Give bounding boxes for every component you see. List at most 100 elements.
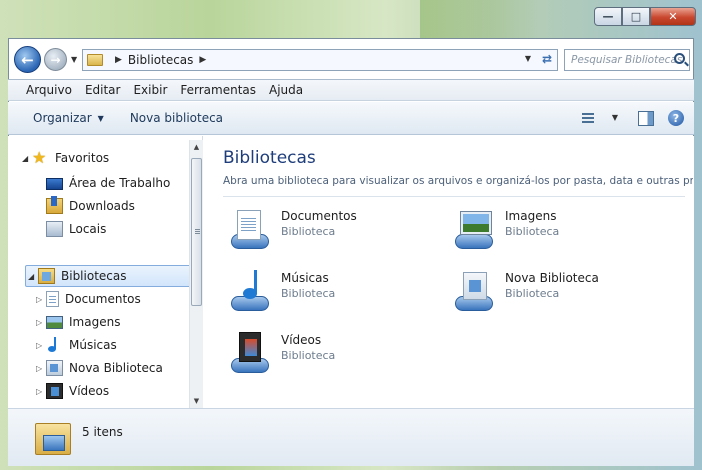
minimize-button[interactable]: — bbox=[594, 7, 622, 26]
close-icon: ✕ bbox=[668, 10, 678, 23]
menu-exibir[interactable]: Exibir bbox=[133, 83, 167, 97]
back-button[interactable]: ← bbox=[14, 46, 41, 73]
scroll-up-icon[interactable]: ▲ bbox=[190, 140, 203, 154]
organize-button[interactable]: Organizar ▼ bbox=[33, 111, 104, 125]
help-icon[interactable]: ? bbox=[668, 110, 684, 126]
new-library-button[interactable]: Nova biblioteca bbox=[130, 111, 223, 125]
nav-item-label: Vídeos bbox=[69, 384, 110, 398]
breadcrumb-chevron-icon[interactable]: ▶ bbox=[199, 55, 206, 65]
music-library-icon bbox=[231, 270, 271, 314]
refresh-icon[interactable]: ⇄ bbox=[542, 52, 552, 66]
caption-buttons: — □ ✕ bbox=[594, 7, 696, 26]
recent-places-icon bbox=[46, 221, 63, 237]
nav-item-documentos[interactable]: ▷ Documentos bbox=[36, 289, 141, 309]
library-musicas[interactable]: Músicas Biblioteca bbox=[231, 270, 335, 314]
nav-item-locais[interactable]: Locais bbox=[46, 219, 106, 239]
collapsed-triangle-icon[interactable]: ▷ bbox=[36, 318, 46, 327]
page-description: Abra uma biblioteca para visualizar os a… bbox=[223, 175, 693, 187]
recent-pages-dropdown[interactable]: ▼ bbox=[71, 55, 77, 64]
search-input[interactable]: Pesquisar Bibliotecas bbox=[564, 49, 690, 71]
nav-item-label: Imagens bbox=[69, 315, 121, 329]
nav-libraries[interactable]: ◢ Bibliotecas bbox=[28, 266, 126, 286]
library-type: Biblioteca bbox=[281, 287, 336, 300]
menu-editar[interactable]: Editar bbox=[85, 83, 121, 97]
close-button[interactable]: ✕ bbox=[650, 7, 696, 26]
library-type: Biblioteca bbox=[281, 349, 336, 362]
expanded-triangle-icon[interactable]: ◢ bbox=[22, 154, 32, 163]
nav-item-imagens[interactable]: ▷ Imagens bbox=[36, 312, 120, 332]
libraries-large-icon bbox=[35, 417, 73, 459]
menu-bar: Arquivo Editar Exibir Ferramentas Ajuda bbox=[8, 79, 694, 101]
library-type: Biblioteca bbox=[281, 225, 336, 238]
libraries-icon bbox=[38, 268, 55, 284]
nav-item-nova-biblioteca[interactable]: ▷ Nova Biblioteca bbox=[36, 358, 163, 378]
content-pane: Bibliotecas Abra uma biblioteca para vis… bbox=[205, 136, 694, 408]
nav-item-label: Locais bbox=[69, 222, 107, 236]
nav-libraries-label: Bibliotecas bbox=[61, 269, 127, 283]
collapsed-triangle-icon[interactable]: ▷ bbox=[36, 364, 46, 373]
divider bbox=[223, 196, 685, 197]
command-bar: Organizar ▼ Nova biblioteca ▼ ? bbox=[8, 102, 694, 135]
music-icon bbox=[46, 337, 63, 353]
library-documentos[interactable]: Documentos Biblioteca bbox=[231, 208, 357, 252]
desktop-icon bbox=[46, 178, 63, 190]
breadcrumb-chevron-icon[interactable]: ▶ bbox=[115, 55, 122, 65]
pictures-icon bbox=[46, 315, 63, 329]
change-view-icon[interactable] bbox=[582, 111, 598, 125]
library-imagens[interactable]: Imagens Biblioteca bbox=[455, 208, 559, 252]
nav-item-downloads[interactable]: Downloads bbox=[46, 196, 135, 216]
star-icon: ★ bbox=[32, 148, 47, 167]
collapsed-triangle-icon[interactable]: ▷ bbox=[36, 295, 46, 304]
videos-library-icon bbox=[231, 332, 271, 376]
libraries-folder-icon bbox=[87, 54, 103, 66]
menu-arquivo[interactable]: Arquivo bbox=[26, 83, 72, 97]
nav-item-label: Nova Biblioteca bbox=[69, 361, 163, 375]
page-title: Bibliotecas bbox=[223, 148, 316, 168]
documents-icon bbox=[46, 291, 59, 307]
address-dropdown-icon[interactable]: ▼ bbox=[525, 54, 531, 63]
grip-icon bbox=[195, 229, 200, 230]
downloads-icon bbox=[46, 196, 63, 214]
new-library-label: Nova biblioteca bbox=[129, 111, 224, 125]
view-dropdown-icon[interactable]: ▼ bbox=[612, 113, 618, 122]
nav-favorites-label: Favoritos bbox=[55, 151, 110, 165]
minimize-icon: — bbox=[602, 10, 614, 23]
library-nova-biblioteca[interactable]: Nova Biblioteca Biblioteca bbox=[455, 270, 599, 314]
library-videos[interactable]: Vídeos Biblioteca bbox=[231, 332, 335, 376]
pictures-library-icon bbox=[455, 208, 495, 252]
chevron-down-icon: ▼ bbox=[97, 113, 104, 123]
scroll-down-icon[interactable]: ▼ bbox=[190, 394, 203, 408]
new-library-large-icon bbox=[455, 270, 495, 314]
library-type: Biblioteca bbox=[505, 287, 560, 300]
documents-library-icon bbox=[231, 208, 271, 252]
expanded-triangle-icon[interactable]: ◢ bbox=[28, 272, 38, 281]
library-name: Nova Biblioteca bbox=[505, 271, 599, 285]
forward-arrow-icon: → bbox=[50, 52, 61, 67]
collapsed-triangle-icon[interactable]: ▷ bbox=[36, 387, 46, 396]
library-type: Biblioteca bbox=[505, 225, 560, 238]
nav-item-label: Downloads bbox=[69, 199, 135, 213]
item-count: 5 itens bbox=[82, 425, 123, 439]
nav-scrollbar[interactable]: ▲ ▼ bbox=[189, 140, 203, 408]
nav-item-label: Músicas bbox=[69, 338, 117, 352]
organize-label: Organizar bbox=[33, 111, 92, 125]
preview-pane-icon[interactable] bbox=[638, 111, 654, 126]
address-bar[interactable]: ▶ Bibliotecas ▶ ▼ ⇄ bbox=[82, 49, 558, 71]
maximize-button[interactable]: □ bbox=[622, 7, 650, 26]
video-icon bbox=[46, 383, 63, 399]
menu-ferramentas[interactable]: Ferramentas bbox=[180, 83, 256, 97]
library-name: Vídeos bbox=[281, 333, 322, 347]
scroll-thumb[interactable] bbox=[191, 158, 202, 306]
maximize-icon: □ bbox=[630, 10, 642, 23]
navigation-pane: ◢ ★ Favoritos Área de Trabalho Downloads… bbox=[8, 136, 203, 408]
nav-item-musicas[interactable]: ▷ Músicas bbox=[36, 335, 117, 355]
menu-ajuda[interactable]: Ajuda bbox=[269, 83, 303, 97]
forward-button[interactable]: → bbox=[44, 48, 67, 71]
nav-item-desktop[interactable]: Área de Trabalho bbox=[46, 173, 170, 193]
nav-item-videos[interactable]: ▷ Vídeos bbox=[36, 381, 109, 401]
search-icon[interactable] bbox=[674, 53, 685, 64]
nav-favorites[interactable]: ◢ ★ Favoritos bbox=[22, 148, 109, 168]
collapsed-triangle-icon[interactable]: ▷ bbox=[36, 341, 46, 350]
breadcrumb-libraries[interactable]: Bibliotecas bbox=[128, 53, 193, 67]
library-name: Imagens bbox=[505, 209, 557, 223]
